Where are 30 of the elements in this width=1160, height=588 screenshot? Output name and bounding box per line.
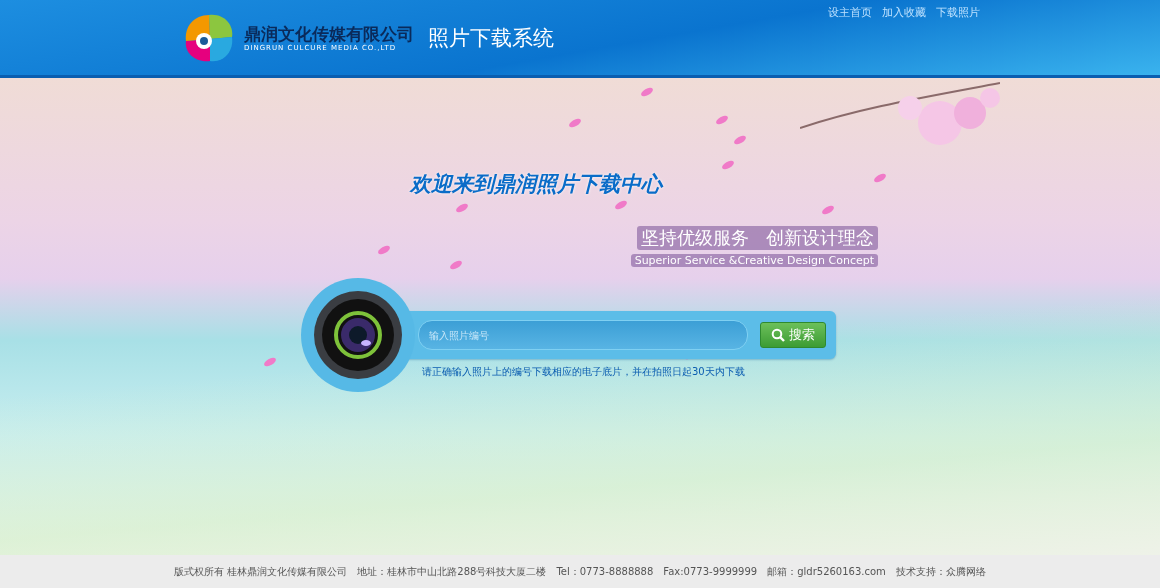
footer-text: Fax:0773-9999999	[663, 566, 758, 577]
petal-icon	[873, 173, 887, 183]
search-button[interactable]: 搜索	[760, 322, 826, 348]
petal-icon	[640, 87, 654, 97]
slogan-english: Superior Service &Creative Design Concept	[630, 254, 878, 267]
petal-icon	[715, 115, 729, 125]
footer-text: Tel：0773-8888888	[556, 564, 654, 579]
petal-icon	[455, 203, 469, 213]
footer-text: 技术支持：众腾网络	[895, 564, 986, 579]
photo-number-input[interactable]: 输入照片编号	[418, 320, 748, 350]
slogan: 坚持优级服务 创新设计理念	[636, 226, 878, 250]
petal-icon	[821, 205, 835, 215]
footer-text: 地址：桂林市中山北路288号科技大厦二楼	[357, 564, 547, 579]
petal-icon	[568, 118, 582, 128]
petal-icon	[377, 245, 391, 255]
petal-icon	[614, 200, 628, 210]
petal-icon	[721, 160, 735, 170]
petal-icon	[263, 357, 277, 367]
petal-icon	[733, 135, 747, 145]
system-title: 照片下载系统	[428, 24, 554, 52]
footer-text: 版式权所有 桂林鼎润文化传媒有限公司	[174, 564, 348, 579]
welcome-title: 欢迎来到鼎润照片下载中心	[410, 171, 665, 198]
header-link[interactable]: 设主首页	[828, 5, 872, 20]
header-link[interactable]: 下载照片	[936, 5, 980, 20]
footer-text: 邮箱：gldr5260163.com	[767, 564, 886, 579]
petal-icon	[449, 260, 463, 270]
search-hint: 请正确输入照片上的编号下载相应的电子底片，并在拍照日起30天内下载	[422, 365, 746, 379]
company-name: 鼎润文化传媒有限公司	[244, 23, 414, 44]
header-link[interactable]: 加入收藏	[882, 5, 926, 20]
search-icon	[771, 328, 785, 342]
